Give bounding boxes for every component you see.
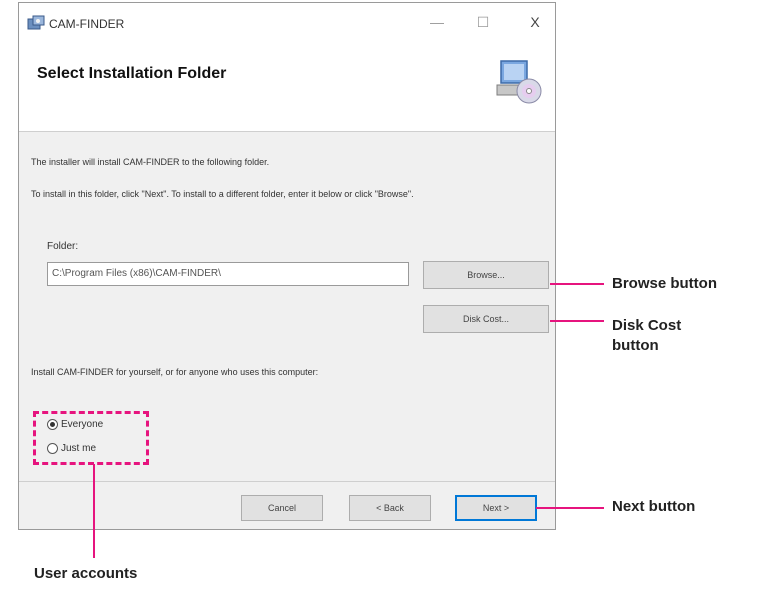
just-me-radio[interactable] — [47, 443, 58, 454]
folder-label: Folder: — [47, 241, 79, 252]
installer-app-icon — [27, 15, 45, 30]
just-me-radio-label[interactable]: Just me — [61, 443, 96, 454]
title-bar: CAM-FINDER — ☐ X — [19, 3, 555, 43]
next-callout-label: Next button — [612, 498, 696, 515]
disk-cost-callout-line — [550, 320, 604, 322]
user-accounts-callout-line — [93, 464, 95, 558]
folder-path-input[interactable]: C:\Program Files (x86)\CAM-FINDER\ — [47, 262, 409, 286]
instructions-text: To install in this folder, click "Next".… — [31, 189, 414, 199]
cancel-button[interactable]: Cancel — [241, 495, 323, 521]
computer-disc-icon — [496, 60, 542, 104]
everyone-radio-label[interactable]: Everyone — [61, 419, 103, 430]
disk-cost-callout-label: Disk Cost button — [612, 316, 681, 356]
installer-dialog: CAM-FINDER — ☐ X Select Installation Fol… — [18, 2, 556, 530]
everyone-radio[interactable] — [47, 419, 58, 430]
back-button[interactable]: < Back — [349, 495, 431, 521]
install-for-text: Install CAM-FINDER for yourself, or for … — [31, 367, 319, 377]
disk-cost-callout-line1: Disk Cost — [612, 317, 682, 334]
window-title: CAM-FINDER — [49, 17, 125, 31]
intro-text: The installer will install CAM-FINDER to… — [31, 157, 270, 167]
page-title: Select Installation Folder — [37, 65, 227, 82]
maximize-button[interactable]: ☐ — [469, 11, 497, 33]
disk-cost-callout-line2: button — [612, 337, 659, 354]
next-callout-line — [536, 507, 604, 509]
user-accounts-callout-label: User accounts — [34, 565, 138, 582]
next-button[interactable]: Next > — [455, 495, 537, 521]
browse-callout-line — [550, 283, 604, 285]
footer-separator — [19, 481, 555, 482]
minimize-button[interactable]: — — [423, 11, 451, 33]
disk-cost-button[interactable]: Disk Cost... — [423, 305, 549, 333]
dialog-header: Select Installation Folder — [19, 43, 555, 132]
close-button[interactable]: X — [521, 11, 549, 33]
browse-callout-label: Browse button — [612, 275, 717, 292]
browse-button[interactable]: Browse... — [423, 261, 549, 289]
